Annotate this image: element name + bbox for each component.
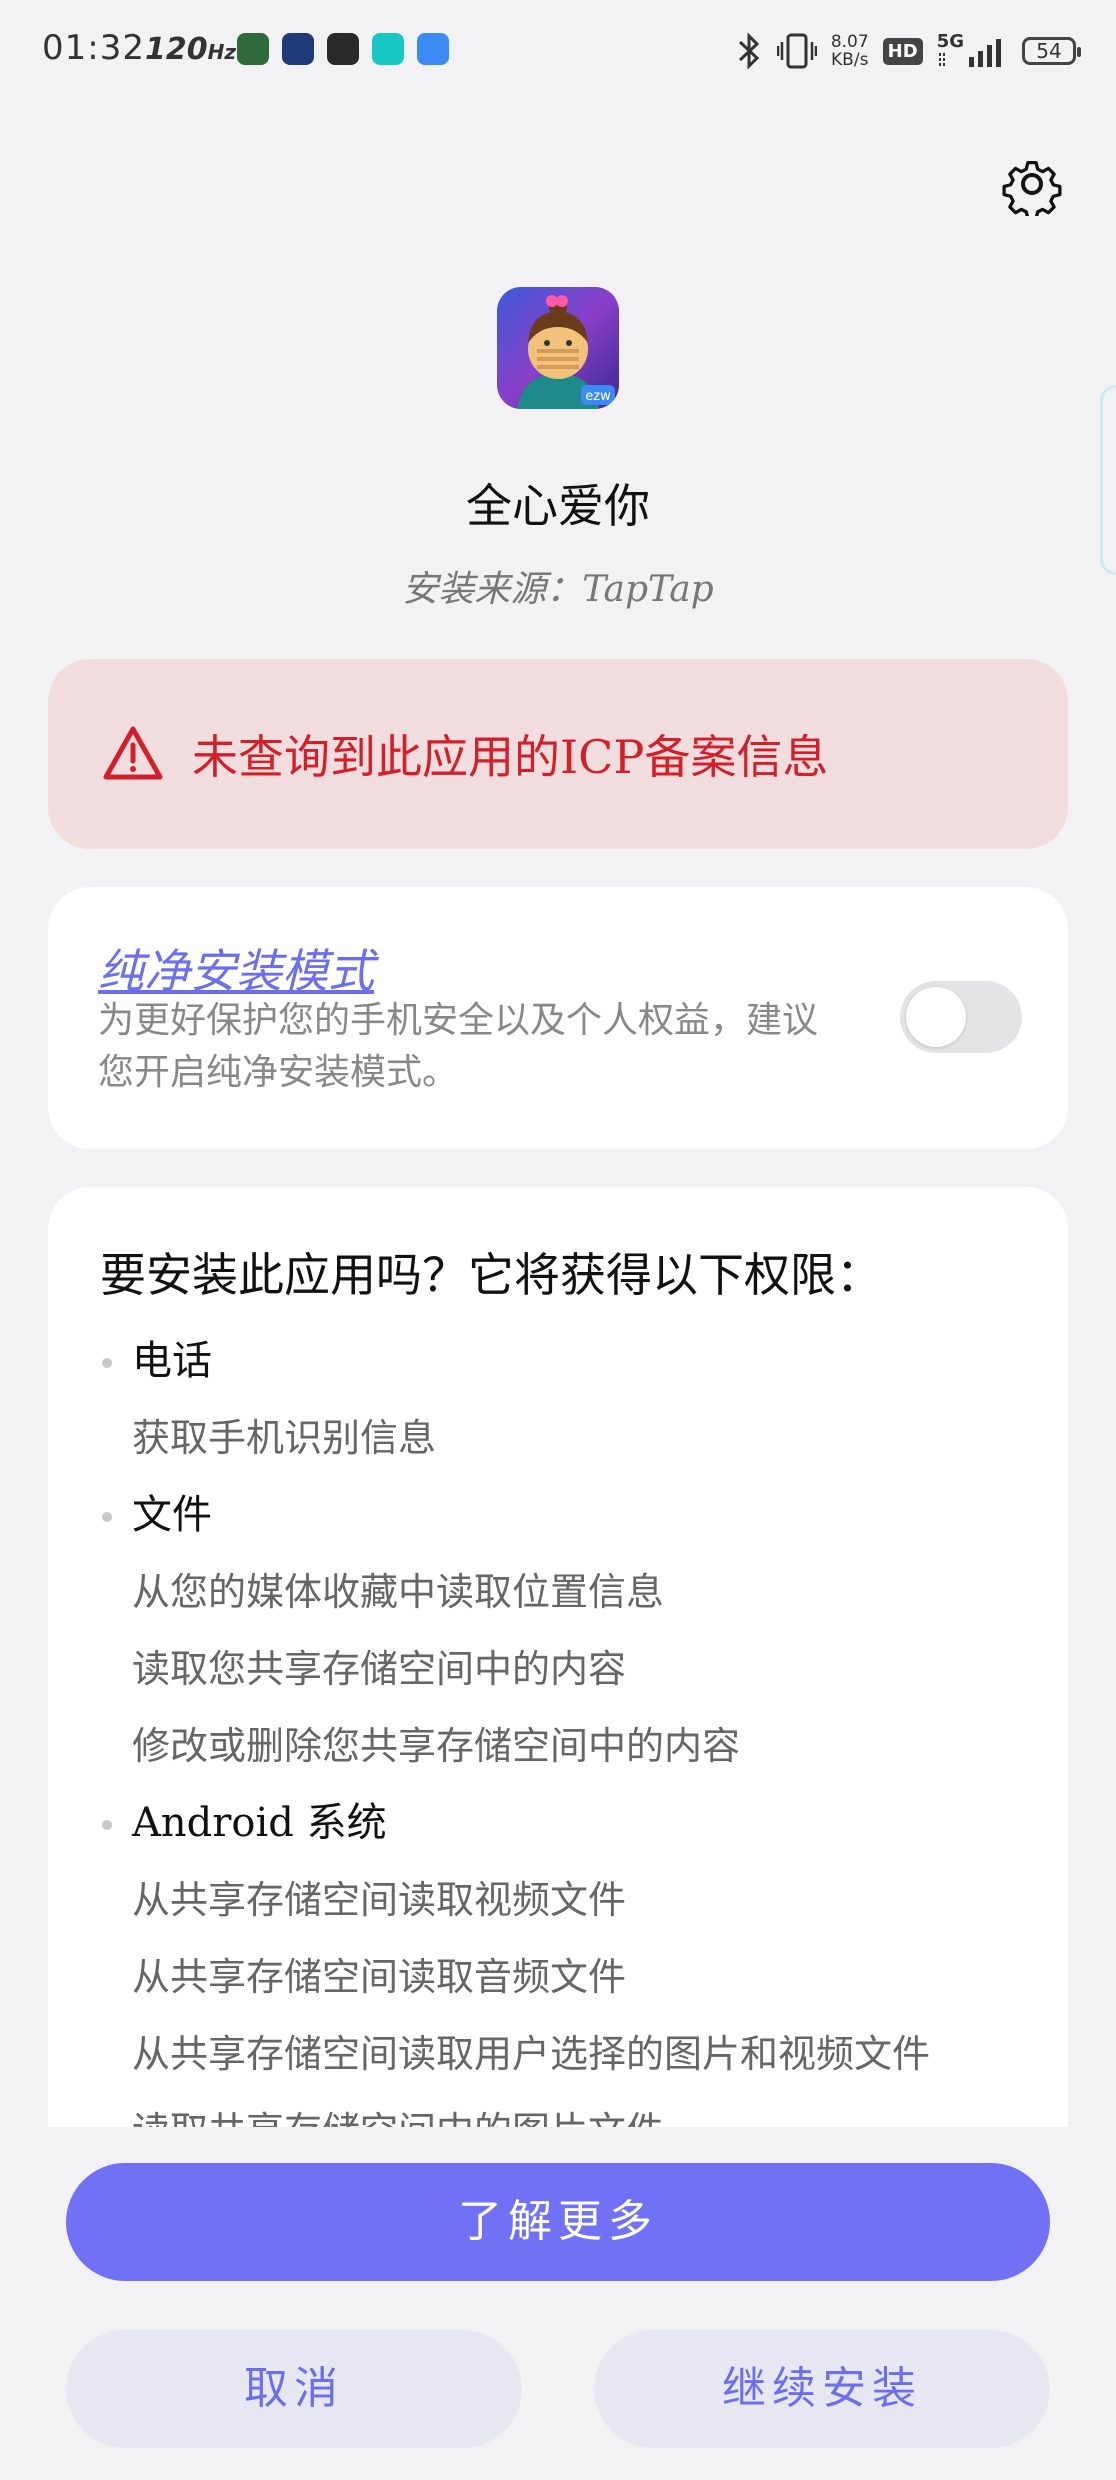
pure-install-toggle[interactable]: [900, 981, 1022, 1053]
hd-badge: HD: [882, 37, 923, 65]
net-speed-value: 8.07: [830, 32, 869, 52]
continue-install-button[interactable]: 继续安装: [594, 2330, 1050, 2448]
data-arrows-icon: [938, 53, 945, 67]
permission-item: 读取您共享存储空间中的内容: [132, 1647, 627, 1691]
cancel-button[interactable]: 取消: [66, 2330, 522, 2448]
app-icon: ezw: [497, 287, 619, 409]
refresh-rate-value: 120: [145, 32, 208, 67]
taptap-icon: [372, 33, 404, 65]
app-name: 全心爱你: [466, 479, 650, 533]
permissions-heading: 要安装此应用吗？它将获得以下权限：: [100, 1248, 882, 1302]
app-icon-dark: [327, 33, 359, 65]
install-source: 安装来源：TapTap: [402, 569, 714, 610]
status-time: 01:32: [42, 28, 145, 68]
permission-item: 从共享存储空间读取用户选择的图片和视频文件: [132, 2032, 931, 2076]
permission-item: 修改或删除您共享存储空间中的内容: [132, 1724, 741, 1768]
battery-icon: 54: [1022, 37, 1081, 65]
permission-group-phone: 电话: [92, 1323, 1052, 1400]
net-speed: 8.07 KB/s: [831, 33, 869, 69]
permission-item: 读取共享存储空间中的图片文件: [92, 2093, 1052, 2127]
network-type: 5G: [936, 31, 964, 52]
status-right-group: 8.07 KB/s HD 5G 54: [737, 26, 1081, 76]
permission-group-files: 文件: [92, 1477, 1052, 1554]
refresh-rate-unit: Hz: [207, 40, 237, 64]
permission-item: 从您的媒体收藏中读取位置信息: [132, 1570, 665, 1614]
toggle-knob: [906, 987, 966, 1047]
app-icon-green: [237, 33, 269, 65]
icp-warning-text: 未查询到此应用的ICP备案信息: [192, 730, 829, 784]
warning-triangle-icon: [103, 726, 163, 780]
status-bar: 01:32 120Hz 8.07 KB/s HD 5G 54: [0, 0, 1116, 100]
learn-more-button[interactable]: 了解更多: [66, 2163, 1050, 2281]
settings-gear-icon[interactable]: [1000, 152, 1064, 216]
bracket-app-icon: [417, 33, 449, 65]
signal-strength-icon: [969, 39, 1001, 67]
app-icon-blue: [282, 33, 314, 65]
vibrate-icon: [776, 33, 817, 69]
permission-item: 获取手机识别信息: [132, 1416, 437, 1460]
bluetooth-icon: [738, 32, 759, 70]
permissions-card[interactable]: 要安装此应用吗？它将获得以下权限： 电话 获取手机识别信息 文件 从您的媒体收藏…: [48, 1187, 1068, 2127]
icp-warning-card: 未查询到此应用的ICP备案信息: [48, 659, 1068, 849]
permission-group-android-system: Android 系统: [92, 1785, 1052, 1862]
permission-item: 从共享存储空间读取视频文件: [132, 1878, 627, 1922]
net-speed-unit: KB/s: [831, 50, 869, 70]
permission-item: 从共享存储空间读取音频文件: [132, 1955, 627, 1999]
signal-group: 5G: [937, 33, 1008, 69]
pure-install-description: 为更好保护您的手机安全以及个人权益，建议您开启纯净安装模式。: [98, 1000, 819, 1093]
pure-install-mode-link[interactable]: 纯净安装模式: [98, 935, 374, 1001]
pure-install-card: 纯净安装模式 为更好保护您的手机安全以及个人权益，建议您开启纯净安装模式。: [48, 887, 1068, 1149]
permissions-list: 电话 获取手机识别信息 文件 从您的媒体收藏中读取位置信息 读取您共享存储空间中…: [92, 1323, 1052, 2127]
app-icon-badge-text: ezw: [585, 389, 611, 404]
refresh-rate: 120Hz: [145, 32, 236, 67]
